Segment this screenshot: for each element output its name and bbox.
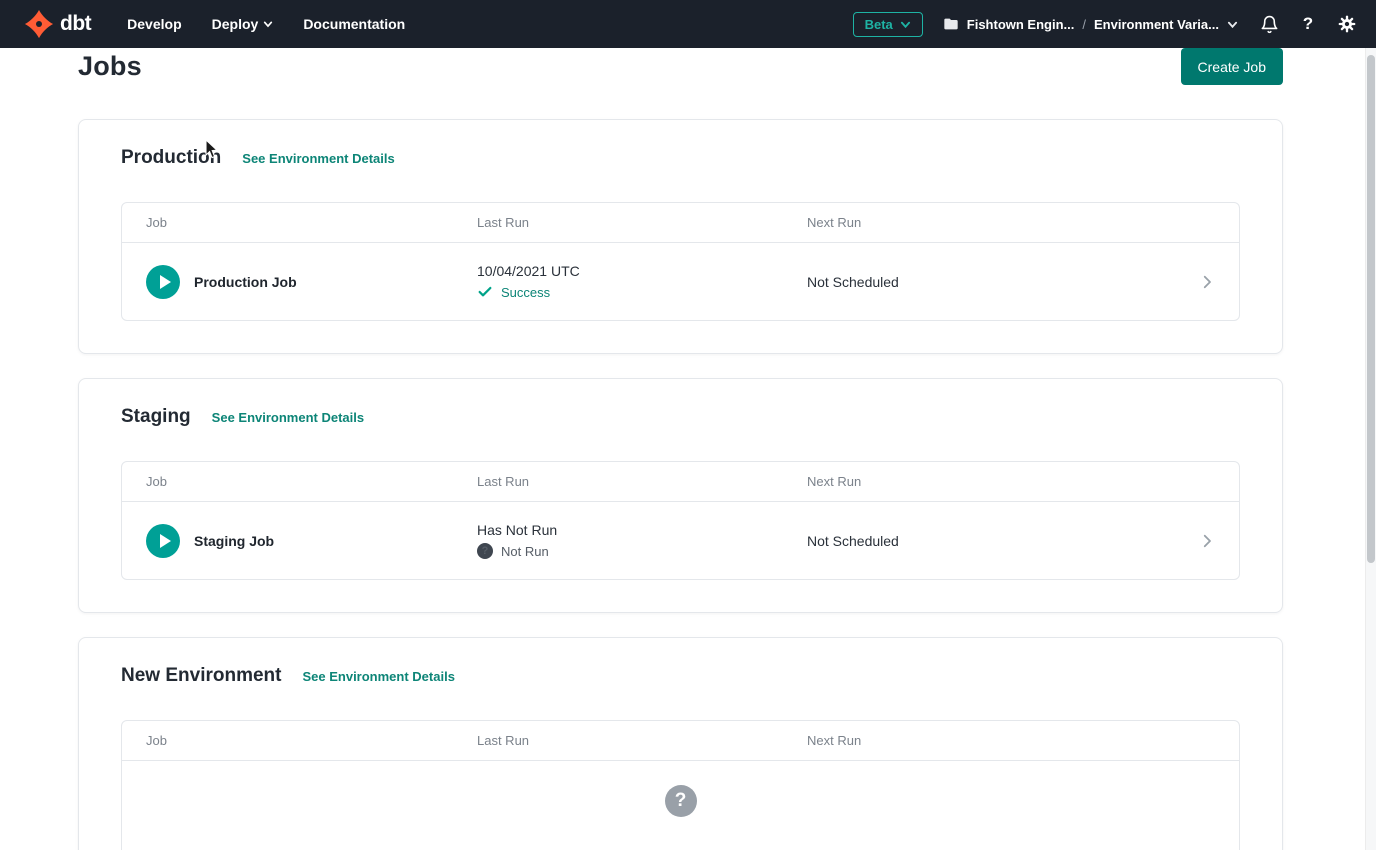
breadcrumb-separator: / — [1082, 17, 1086, 32]
col-header-job: Job — [122, 733, 477, 748]
empty-jobs-row: ? — [122, 761, 1239, 850]
dbt-logo-icon — [24, 9, 54, 39]
nav-deploy-label: Deploy — [212, 16, 259, 32]
last-run-status: Success — [477, 284, 807, 300]
notifications-bell-icon[interactable] — [1258, 13, 1280, 35]
last-run-date: 10/04/2021 UTC — [477, 263, 807, 279]
col-header-next-run: Next Run — [807, 215, 1175, 230]
jobs-table-header: Job Last Run Next Run — [122, 721, 1239, 761]
col-header-last-run: Last Run — [477, 733, 807, 748]
nav-documentation[interactable]: Documentation — [303, 16, 405, 32]
job-name: Staging Job — [194, 533, 274, 549]
col-header-last-run: Last Run — [477, 474, 807, 489]
not-run-question-icon: ? — [477, 543, 493, 559]
settings-gear-icon[interactable] — [1336, 13, 1358, 35]
jobs-table-header: Job Last Run Next Run — [122, 462, 1239, 502]
empty-state-question-icon: ? — [665, 785, 697, 817]
environment-card-production: Production See Environment Details Job L… — [78, 119, 1283, 354]
nav-develop-label: Develop — [127, 16, 181, 32]
breadcrumb[interactable]: Fishtown Engin... / Environment Varia... — [943, 16, 1238, 32]
scrollbar-track[interactable] — [1365, 48, 1376, 850]
scrollbar-thumb[interactable] — [1367, 55, 1375, 563]
environment-name: Staging — [121, 406, 191, 428]
see-environment-details-link[interactable]: See Environment Details — [302, 669, 454, 684]
main-content: Jobs Create Job Production See Environme… — [0, 48, 1376, 850]
chevron-down-icon — [263, 19, 273, 29]
breadcrumb-page[interactable]: Environment Varia... — [1094, 17, 1219, 32]
environment-card-staging: Staging See Environment Details Job Last… — [78, 378, 1283, 613]
next-run: Not Scheduled — [807, 502, 1175, 579]
job-name: Production Job — [194, 274, 297, 290]
success-check-icon — [477, 284, 493, 300]
page-header: Jobs Create Job — [78, 48, 1283, 85]
help-glyph: ? — [1303, 14, 1313, 34]
run-job-play-button[interactable] — [146, 265, 180, 299]
col-header-job: Job — [122, 474, 477, 489]
dbt-logo[interactable]: dbt — [24, 9, 91, 39]
jobs-table: Job Last Run Next Run Staging Job Has No… — [121, 461, 1240, 580]
col-header-next-run: Next Run — [807, 733, 1175, 748]
help-icon[interactable]: ? — [1297, 13, 1319, 35]
chevron-down-icon — [900, 19, 911, 30]
see-environment-details-link[interactable]: See Environment Details — [212, 410, 364, 425]
environment-name: Production — [121, 147, 221, 169]
main-nav: Develop Deploy Documentation — [127, 16, 405, 32]
play-icon — [160, 534, 171, 548]
page-title: Jobs — [78, 51, 142, 82]
folder-icon — [943, 16, 959, 32]
last-run-date: Has Not Run — [477, 522, 807, 538]
last-run-status-label: Not Run — [501, 544, 549, 559]
nav-documentation-label: Documentation — [303, 16, 405, 32]
next-run: Not Scheduled — [807, 243, 1175, 320]
beta-badge-dropdown[interactable]: Beta — [853, 12, 923, 37]
chevron-right-icon[interactable] — [1198, 273, 1216, 291]
job-row-staging[interactable]: Staging Job Has Not Run ? Not Run Not Sc… — [122, 502, 1239, 579]
topbar: dbt Develop Deploy Documentation Beta Fi… — [0, 0, 1376, 48]
run-job-play-button[interactable] — [146, 524, 180, 558]
brand-name: dbt — [60, 12, 91, 36]
environment-card-new-environment: New Environment See Environment Details … — [78, 637, 1283, 850]
last-run-status-label: Success — [501, 285, 550, 300]
breadcrumb-project[interactable]: Fishtown Engin... — [967, 17, 1075, 32]
col-header-next-run: Next Run — [807, 474, 1175, 489]
nav-deploy[interactable]: Deploy — [212, 16, 274, 32]
beta-label: Beta — [865, 17, 893, 32]
environment-name: New Environment — [121, 665, 281, 687]
chevron-right-icon[interactable] — [1198, 532, 1216, 550]
jobs-table: Job Last Run Next Run Production Job 10/… — [121, 202, 1240, 321]
see-environment-details-link[interactable]: See Environment Details — [242, 151, 394, 166]
col-header-job: Job — [122, 215, 477, 230]
jobs-table-header: Job Last Run Next Run — [122, 203, 1239, 243]
job-row-production[interactable]: Production Job 10/04/2021 UTC Success No… — [122, 243, 1239, 320]
chevron-down-icon — [1227, 19, 1238, 30]
jobs-table: Job Last Run Next Run ? — [121, 720, 1240, 850]
create-job-button[interactable]: Create Job — [1181, 48, 1283, 85]
last-run-status: ? Not Run — [477, 543, 807, 559]
play-icon — [160, 275, 171, 289]
nav-develop[interactable]: Develop — [127, 16, 181, 32]
col-header-last-run: Last Run — [477, 215, 807, 230]
